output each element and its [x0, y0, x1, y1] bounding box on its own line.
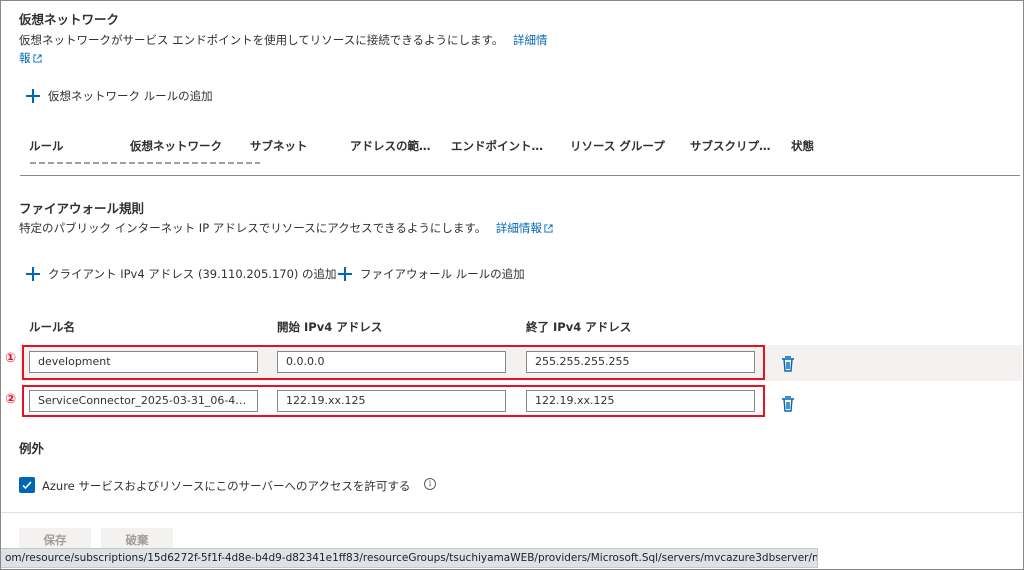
learn-more-text-2: 報: [19, 51, 31, 65]
delete-icon[interactable]: [780, 355, 796, 373]
firewall-rules-title: ファイアウォール規則: [19, 201, 145, 216]
external-link-icon: [32, 54, 42, 63]
virtual-network-title: 仮想ネットワーク: [19, 12, 120, 27]
column-header-end-ip: 終了 IPv4 アドレス: [526, 320, 632, 334]
row-marker: ②: [5, 392, 17, 407]
add-virtual-network-rule-button[interactable]: 仮想ネットワーク ルールの追加: [26, 88, 213, 104]
table-divider: [20, 175, 1020, 176]
external-link-icon: [544, 224, 553, 233]
firewall-learn-more-text: 詳細情報: [495, 221, 542, 235]
column-header-subscription[interactable]: サブスクリプ…: [690, 138, 771, 154]
plus-icon: [26, 89, 40, 103]
plus-icon: [338, 267, 352, 281]
column-header-subnet[interactable]: サブネット: [250, 138, 308, 154]
add-firewall-rule-label: ファイアウォール ルールの追加: [360, 267, 525, 281]
info-icon[interactable]: i: [424, 478, 436, 490]
add-client-ip-button[interactable]: クライアント IPv4 アドレス (39.110.205.170) の追加: [26, 266, 337, 282]
firewall-description: 特定のパブリック インターネット IP アドレスでリソースにアクセスできるように…: [19, 219, 619, 237]
checkmark-icon: [22, 481, 32, 490]
status-bar-url: om/resource/subscriptions/15d6272f-5f1f-…: [0, 548, 818, 568]
rule-name-field[interactable]: ServiceConnector_2025-03-31_06-42-...: [29, 390, 258, 412]
column-header-status[interactable]: 状態: [791, 138, 814, 154]
clipped-table-row: [30, 160, 260, 166]
rule-name-field[interactable]: development: [29, 351, 258, 373]
column-header-start-ip: 開始 IPv4 アドレス: [277, 320, 383, 334]
plus-icon: [26, 267, 40, 281]
end-ip-field[interactable]: 122.19.xx.125: [526, 390, 755, 412]
virtual-network-table-header: ルール 仮想ネットワーク サブネット アドレスの範… エンドポイント… リソース…: [20, 138, 1020, 154]
column-header-endpoint[interactable]: エンドポイント…: [451, 138, 543, 154]
learn-more-text-1: 詳細情: [513, 33, 548, 47]
allow-azure-services-checkbox[interactable]: [19, 477, 35, 493]
row-marker: ①: [5, 351, 17, 366]
column-header-rule-name: ルール名: [29, 320, 75, 334]
footer-divider: [0, 512, 1024, 513]
end-ip-field[interactable]: 255.255.255.255: [526, 351, 755, 373]
delete-icon[interactable]: [780, 395, 796, 413]
start-ip-field[interactable]: 122.19.xx.125: [277, 390, 506, 412]
column-header-virtual-network[interactable]: 仮想ネットワーク: [130, 138, 222, 154]
exceptions-title: 例外: [19, 441, 45, 456]
virtual-network-description-text: 仮想ネットワークがサービス エンドポイントを使用してリソースに接続できるようにし…: [19, 33, 504, 47]
firewall-learn-more-link[interactable]: 詳細情報: [496, 221, 553, 235]
firewall-description-text: 特定のパブリック インターネット IP アドレスでリソースにアクセスできるように…: [19, 221, 487, 235]
add-virtual-network-rule-label: 仮想ネットワーク ルールの追加: [48, 89, 213, 103]
add-firewall-rule-button[interactable]: ファイアウォール ルールの追加: [338, 266, 525, 282]
allow-azure-services-label: Azure サービスおよびリソースにこのサーバーへのアクセスを許可する: [42, 479, 411, 493]
add-client-ip-label: クライアント IPv4 アドレス (39.110.205.170) の追加: [48, 267, 337, 281]
column-header-rule[interactable]: ルール: [29, 138, 64, 154]
virtual-network-description: 仮想ネットワークがサービス エンドポイントを使用してリソースに接続できるようにし…: [19, 31, 579, 67]
column-header-address-range[interactable]: アドレスの範…: [350, 138, 431, 154]
start-ip-field[interactable]: 0.0.0.0: [277, 351, 506, 373]
column-header-resource-group[interactable]: リソース グループ: [570, 138, 665, 154]
